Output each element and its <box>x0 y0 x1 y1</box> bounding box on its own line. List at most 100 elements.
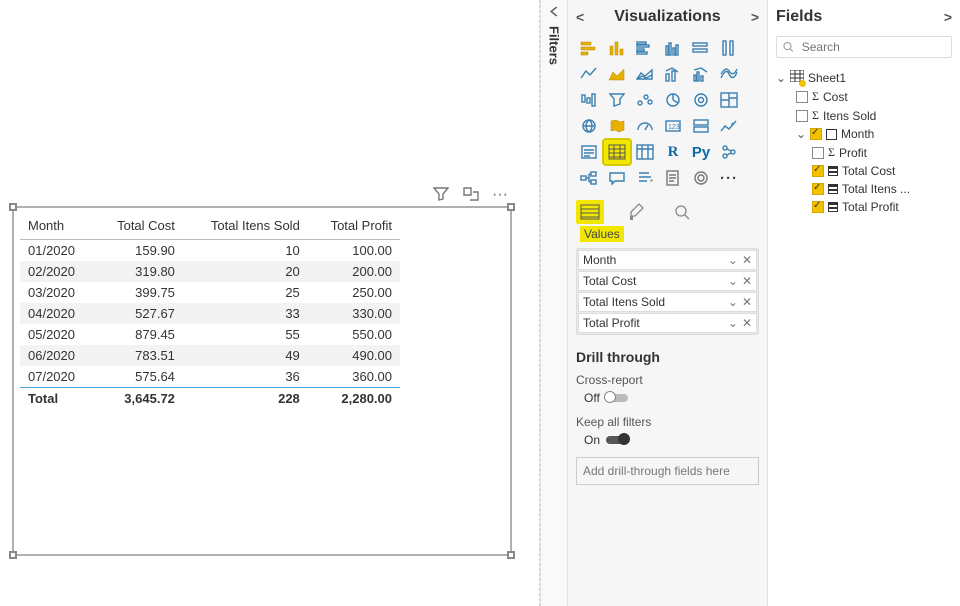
table-row[interactable]: 02/2020319.8020200.00 <box>20 261 400 282</box>
checkbox[interactable] <box>812 147 824 159</box>
checkbox[interactable] <box>812 201 824 213</box>
donut-icon[interactable] <box>688 88 714 112</box>
col-profit[interactable]: Total Profit <box>308 214 400 240</box>
checkbox[interactable] <box>812 183 824 195</box>
search-input[interactable] <box>800 39 945 55</box>
remove-icon[interactable]: ✕ <box>742 253 752 267</box>
col-sold[interactable]: Total Itens Sold <box>183 214 308 240</box>
table-row[interactable]: 06/2020783.5149490.00 <box>20 345 400 366</box>
resize-handle[interactable] <box>507 203 515 211</box>
cross-report-toggle[interactable]: Off <box>584 391 759 405</box>
funnel-icon[interactable] <box>604 88 630 112</box>
kpi-icon[interactable]: ▲ <box>716 114 742 138</box>
filled-map-icon[interactable] <box>604 114 630 138</box>
chevron-down-icon[interactable]: ⌄ <box>728 295 738 309</box>
field-item[interactable]: ΣItens Sold <box>776 106 952 125</box>
waterfall-icon[interactable] <box>576 88 602 112</box>
smart-narrative-icon[interactable] <box>632 166 658 190</box>
col-month[interactable]: Month <box>20 214 95 240</box>
filter-icon[interactable] <box>430 186 452 207</box>
stacked-area-icon[interactable] <box>632 62 658 86</box>
clustered-bar-icon[interactable] <box>632 36 658 60</box>
drill-through-drop[interactable]: Add drill-through fields here <box>576 457 759 485</box>
stacked-column-100-icon[interactable] <box>716 36 742 60</box>
table-row[interactable]: 07/2020575.6436360.00 <box>20 366 400 388</box>
analytics-tab-icon[interactable] <box>668 200 696 224</box>
values-label: Values <box>580 226 624 242</box>
card-icon[interactable]: 123 <box>660 114 686 138</box>
remove-icon[interactable]: ✕ <box>742 295 752 309</box>
keep-filters-toggle[interactable]: On <box>584 433 759 447</box>
values-field-well[interactable]: Month⌄✕Total Cost⌄✕Total Itens Sold⌄✕Tot… <box>576 248 759 335</box>
visualizations-pane: < Visualizations > 123 <box>568 0 768 606</box>
field-well-item[interactable]: Total Cost⌄✕ <box>578 271 757 291</box>
chevron-right-icon[interactable]: > <box>751 9 759 25</box>
multi-row-card-icon[interactable] <box>688 114 714 138</box>
field-item[interactable]: ⌄Month <box>776 125 952 143</box>
focus-mode-icon[interactable] <box>460 186 482 207</box>
fields-search[interactable] <box>776 36 952 58</box>
chevron-left-icon[interactable] <box>549 6 560 20</box>
key-influencers-icon[interactable] <box>716 140 742 164</box>
python-visual-icon[interactable]: Py <box>688 140 714 164</box>
gauge-icon[interactable] <box>632 114 658 138</box>
fields-tab-icon[interactable] <box>576 200 604 224</box>
line-clustered-column-icon[interactable] <box>688 62 714 86</box>
chevron-right-icon[interactable]: > <box>944 9 952 25</box>
checkbox[interactable] <box>796 110 808 122</box>
matrix-icon[interactable] <box>632 140 658 164</box>
stacked-column-icon[interactable] <box>604 36 630 60</box>
map-icon[interactable] <box>576 114 602 138</box>
qa-visual-icon[interactable] <box>604 166 630 190</box>
slicer-icon[interactable] <box>576 140 602 164</box>
table-row[interactable]: 01/2020159.9010100.00 <box>20 240 400 262</box>
table-row[interactable]: 03/2020399.7525250.00 <box>20 282 400 303</box>
line-chart-icon[interactable] <box>576 62 602 86</box>
checkbox[interactable] <box>796 91 808 103</box>
get-more-visuals-icon[interactable]: ··· <box>716 166 742 190</box>
filters-pane-collapsed[interactable]: Filters <box>540 0 568 606</box>
field-item[interactable]: Total Itens ... <box>776 180 952 198</box>
cross-report-label: Cross-report <box>576 373 759 387</box>
field-well-item[interactable]: Total Profit⌄✕ <box>578 313 757 333</box>
report-canvas[interactable]: ··· Month Total Cost Total Itens Sold To… <box>0 0 540 606</box>
area-chart-icon[interactable] <box>604 62 630 86</box>
field-item[interactable]: ΣCost <box>776 87 952 106</box>
stacked-bar-100-icon[interactable] <box>688 36 714 60</box>
chevron-down-icon[interactable]: ⌄ <box>728 274 738 288</box>
table-visual[interactable]: ··· Month Total Cost Total Itens Sold To… <box>12 206 512 556</box>
resize-handle[interactable] <box>9 551 17 559</box>
remove-icon[interactable]: ✕ <box>742 274 752 288</box>
clustered-column-icon[interactable] <box>660 36 686 60</box>
arcgis-icon[interactable] <box>688 166 714 190</box>
chevron-down-icon[interactable]: ⌄ <box>728 253 738 267</box>
stacked-bar-icon[interactable] <box>576 36 602 60</box>
resize-handle[interactable] <box>507 551 515 559</box>
field-item[interactable]: Total Cost <box>776 162 952 180</box>
decomposition-tree-icon[interactable] <box>576 166 602 190</box>
checkbox[interactable] <box>810 128 822 140</box>
table-visual-icon[interactable] <box>604 140 630 164</box>
col-cost[interactable]: Total Cost <box>95 214 183 240</box>
chevron-left-icon[interactable]: < <box>576 9 584 25</box>
table-row[interactable]: 05/2020879.4555550.00 <box>20 324 400 345</box>
format-tab-icon[interactable] <box>622 200 650 224</box>
chevron-down-icon[interactable]: ⌄ <box>728 316 738 330</box>
pie-icon[interactable] <box>660 88 686 112</box>
visualization-gallery: 123 ▲ R Py ··· <box>576 36 759 190</box>
field-well-item[interactable]: Month⌄✕ <box>578 250 757 270</box>
field-item[interactable]: ΣProfit <box>776 143 952 162</box>
field-well-item[interactable]: Total Itens Sold⌄✕ <box>578 292 757 312</box>
ribbon-chart-icon[interactable] <box>716 62 742 86</box>
table-node[interactable]: ⌄ Sheet1 <box>776 68 952 87</box>
treemap-icon[interactable] <box>716 88 742 112</box>
line-stacked-column-icon[interactable] <box>660 62 686 86</box>
resize-handle[interactable] <box>9 203 17 211</box>
table-row[interactable]: 04/2020527.6733330.00 <box>20 303 400 324</box>
paginated-report-icon[interactable] <box>660 166 686 190</box>
field-item[interactable]: Total Profit <box>776 198 952 216</box>
checkbox[interactable] <box>812 165 824 177</box>
r-visual-icon[interactable]: R <box>660 140 686 164</box>
scatter-icon[interactable] <box>632 88 658 112</box>
remove-icon[interactable]: ✕ <box>742 316 752 330</box>
